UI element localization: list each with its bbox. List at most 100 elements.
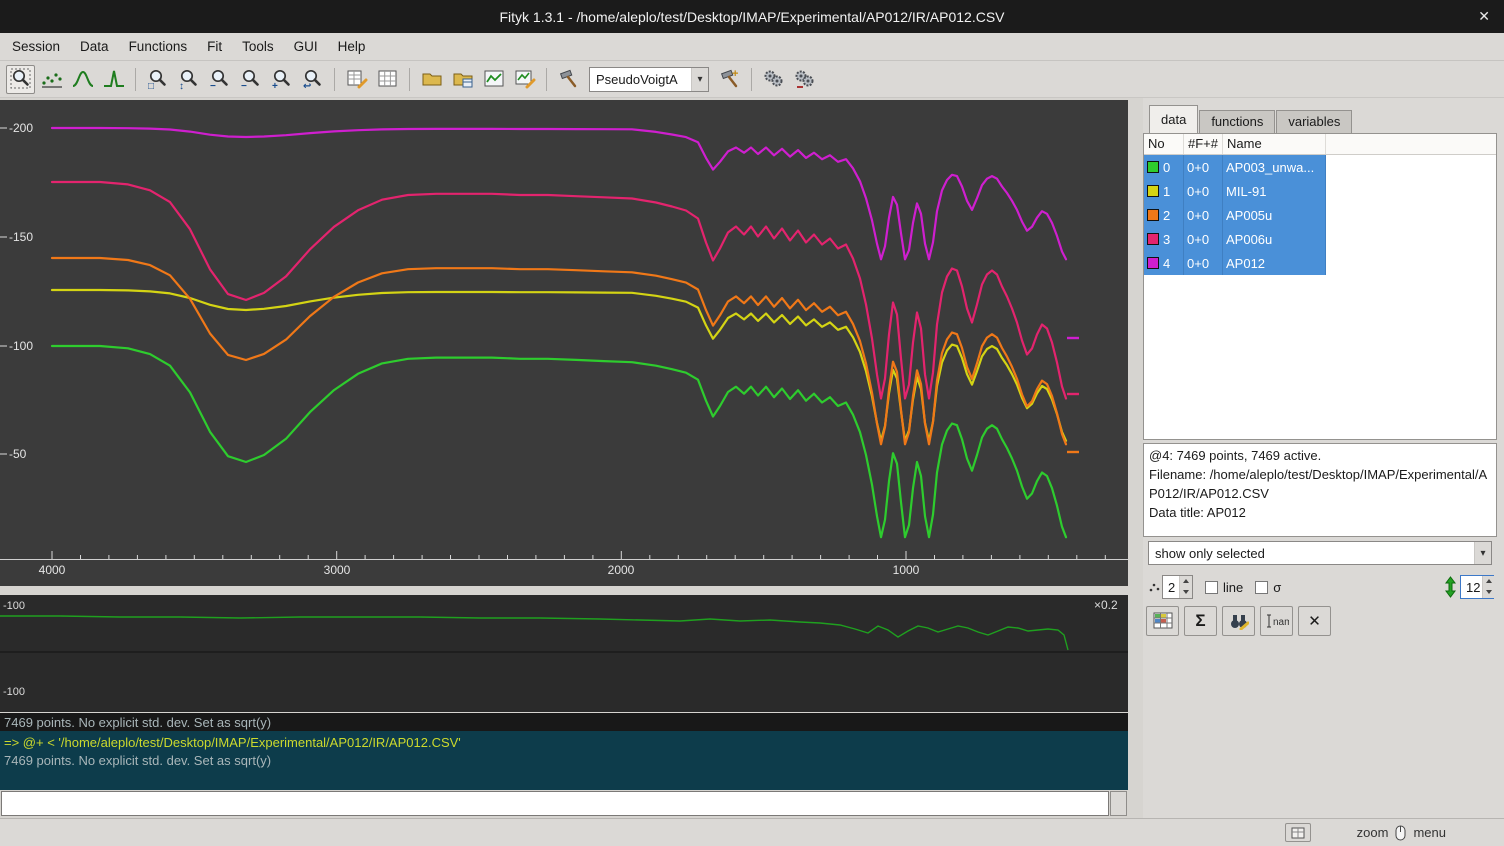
spinner-arrows (1482, 576, 1495, 598)
menu-data[interactable]: Data (70, 35, 119, 58)
magnifier-plus-icon: + (271, 68, 293, 90)
manipulate-data-button[interactable] (554, 65, 583, 94)
shift-spinner[interactable]: 12 (1460, 575, 1494, 599)
zoom-mode-button[interactable] (6, 65, 35, 94)
row-name: AP003_unwa... (1223, 155, 1326, 179)
curve-AP003_unwa... (52, 346, 1066, 537)
row-func-count: 0+0 (1184, 251, 1223, 275)
row-filler (1326, 179, 1496, 203)
output-console[interactable]: 7469 points. No explicit std. dev. Set a… (0, 713, 1128, 790)
save-session-button[interactable] (479, 65, 508, 94)
sum-button[interactable]: Σ (1184, 606, 1217, 636)
menu-help[interactable]: Help (328, 35, 376, 58)
table-row[interactable]: 4 0+0AP012 (1144, 251, 1496, 275)
export-image-button[interactable] (510, 65, 539, 94)
data-range-icon (41, 68, 63, 90)
tab-variables[interactable]: variables (1276, 110, 1352, 133)
add-sharp-peak-mode-button[interactable] (99, 65, 128, 94)
data-viewer-button[interactable] (1146, 606, 1179, 636)
data-grid-icon (1153, 612, 1173, 630)
menu-tools[interactable]: Tools (232, 35, 284, 58)
toolbar-separator (135, 68, 136, 91)
data-table-button[interactable] (373, 65, 402, 94)
close-icon: ✕ (1308, 612, 1321, 630)
zoom-out-10-button[interactable]: − (236, 65, 265, 94)
find-peaks-button[interactable] (1222, 606, 1255, 636)
point-size-spinner[interactable]: 2 (1162, 575, 1193, 599)
row-func-count: 0+0 (1184, 179, 1223, 203)
svg-text:↩: ↩ (303, 81, 311, 90)
mouse-icon (1394, 824, 1407, 842)
input-side-button[interactable] (1110, 791, 1127, 816)
main-plot-area[interactable]: 4000300020001000-200-150-100-50 (0, 100, 1128, 586)
fit-run-button[interactable] (759, 65, 788, 94)
zoom-in-button[interactable]: + (267, 65, 296, 94)
svg-text:-50: -50 (9, 447, 27, 461)
row-filler (1326, 203, 1496, 227)
data-edit-button[interactable] (342, 65, 371, 94)
table-row[interactable]: 30+0AP006u (1144, 227, 1496, 251)
filter-dropdown[interactable]: show only selected ▾ (1148, 541, 1492, 565)
data-range-mode-button[interactable] (37, 65, 66, 94)
delete-dataset-button[interactable]: ✕ (1298, 606, 1331, 636)
sidebar-buttons: Σ nam ✕ (1146, 606, 1331, 636)
menu-session[interactable]: Session (2, 35, 70, 58)
zoom-out-button[interactable]: − (205, 65, 234, 94)
rename-icon: nam (1265, 613, 1289, 629)
magnifier-all-icon: □ (147, 68, 169, 90)
menu-functions[interactable]: Functions (119, 35, 198, 58)
zoom-vertical-button[interactable]: ↕ (174, 65, 203, 94)
open-session-button[interactable] (417, 65, 446, 94)
info-line: @4: 7469 points, 7469 active. (1149, 446, 1491, 465)
menu-gui[interactable]: GUI (284, 35, 328, 58)
aux-plot-area[interactable]: -100 -100 ×0.2 (0, 595, 1128, 712)
row-no: 0 (1163, 160, 1170, 175)
zoom-all-button[interactable]: □ (143, 65, 172, 94)
sigma-checkbox[interactable] (1255, 581, 1268, 594)
rename-button[interactable]: nam (1260, 606, 1293, 636)
spin-up-button[interactable] (1483, 576, 1495, 587)
chevron-down-icon: ▾ (1474, 542, 1491, 564)
row-filler (1326, 251, 1496, 275)
row-name: AP012 (1223, 251, 1326, 275)
row-name: AP005u (1223, 203, 1326, 227)
spin-down-button[interactable] (1483, 587, 1495, 598)
statusbar: zoom menu (0, 818, 1504, 846)
function-type-combo[interactable]: PseudoVoigtA▾ (589, 67, 709, 92)
command-input[interactable] (1, 791, 1109, 816)
line-checkbox[interactable] (1205, 581, 1218, 594)
table-row[interactable]: 00+0AP003_unwa... (1144, 155, 1496, 179)
row-no-cell: 2 (1144, 203, 1184, 227)
spin-down-button[interactable] (1180, 587, 1192, 598)
svg-text:↕: ↕ (179, 81, 184, 90)
dataset-color-swatch (1147, 233, 1159, 245)
menu-fit[interactable]: Fit (197, 35, 232, 58)
table-row[interactable]: 20+0AP005u (1144, 203, 1496, 227)
add-peak-mode-button[interactable] (68, 65, 97, 94)
spin-up-button[interactable] (1180, 576, 1192, 587)
previous-zoom-button[interactable]: ↩ (298, 65, 327, 94)
status-zoom-label: zoom (1357, 825, 1389, 840)
console-line: 7469 points. No explicit std. dev. Set a… (4, 714, 1124, 731)
chevron-down-icon: ▾ (691, 68, 708, 91)
status-config-button[interactable] (1285, 823, 1311, 842)
row-filler (1326, 227, 1496, 251)
tab-functions[interactable]: functions (1199, 110, 1275, 133)
display-controls: 2 line σ 12 (1147, 574, 1500, 600)
column-header-filler (1326, 134, 1496, 154)
table-row[interactable]: 10+0MIL-91 (1144, 179, 1496, 203)
open-data-button[interactable] (448, 65, 477, 94)
info-line: Data title: AP012 (1149, 503, 1491, 522)
row-name: MIL-91 (1223, 179, 1326, 203)
close-button[interactable]: ✕ (1478, 8, 1490, 25)
tab-data[interactable]: data (1149, 105, 1198, 133)
dataset-table[interactable]: No#F+#Name00+0AP003_unwa...10+0MIL-9120+… (1143, 133, 1497, 440)
aux-bottom-label: -100 (3, 686, 25, 698)
toolbar-separator (546, 68, 547, 91)
hammer-plus-icon: + (719, 68, 741, 90)
magnifier-vert-icon: ↕ (178, 68, 200, 90)
row-no: 4 (1163, 256, 1170, 271)
svg-text:3000: 3000 (324, 563, 351, 577)
auto-add-function-button[interactable]: + (715, 65, 744, 94)
fit-undo-button[interactable] (790, 65, 819, 94)
